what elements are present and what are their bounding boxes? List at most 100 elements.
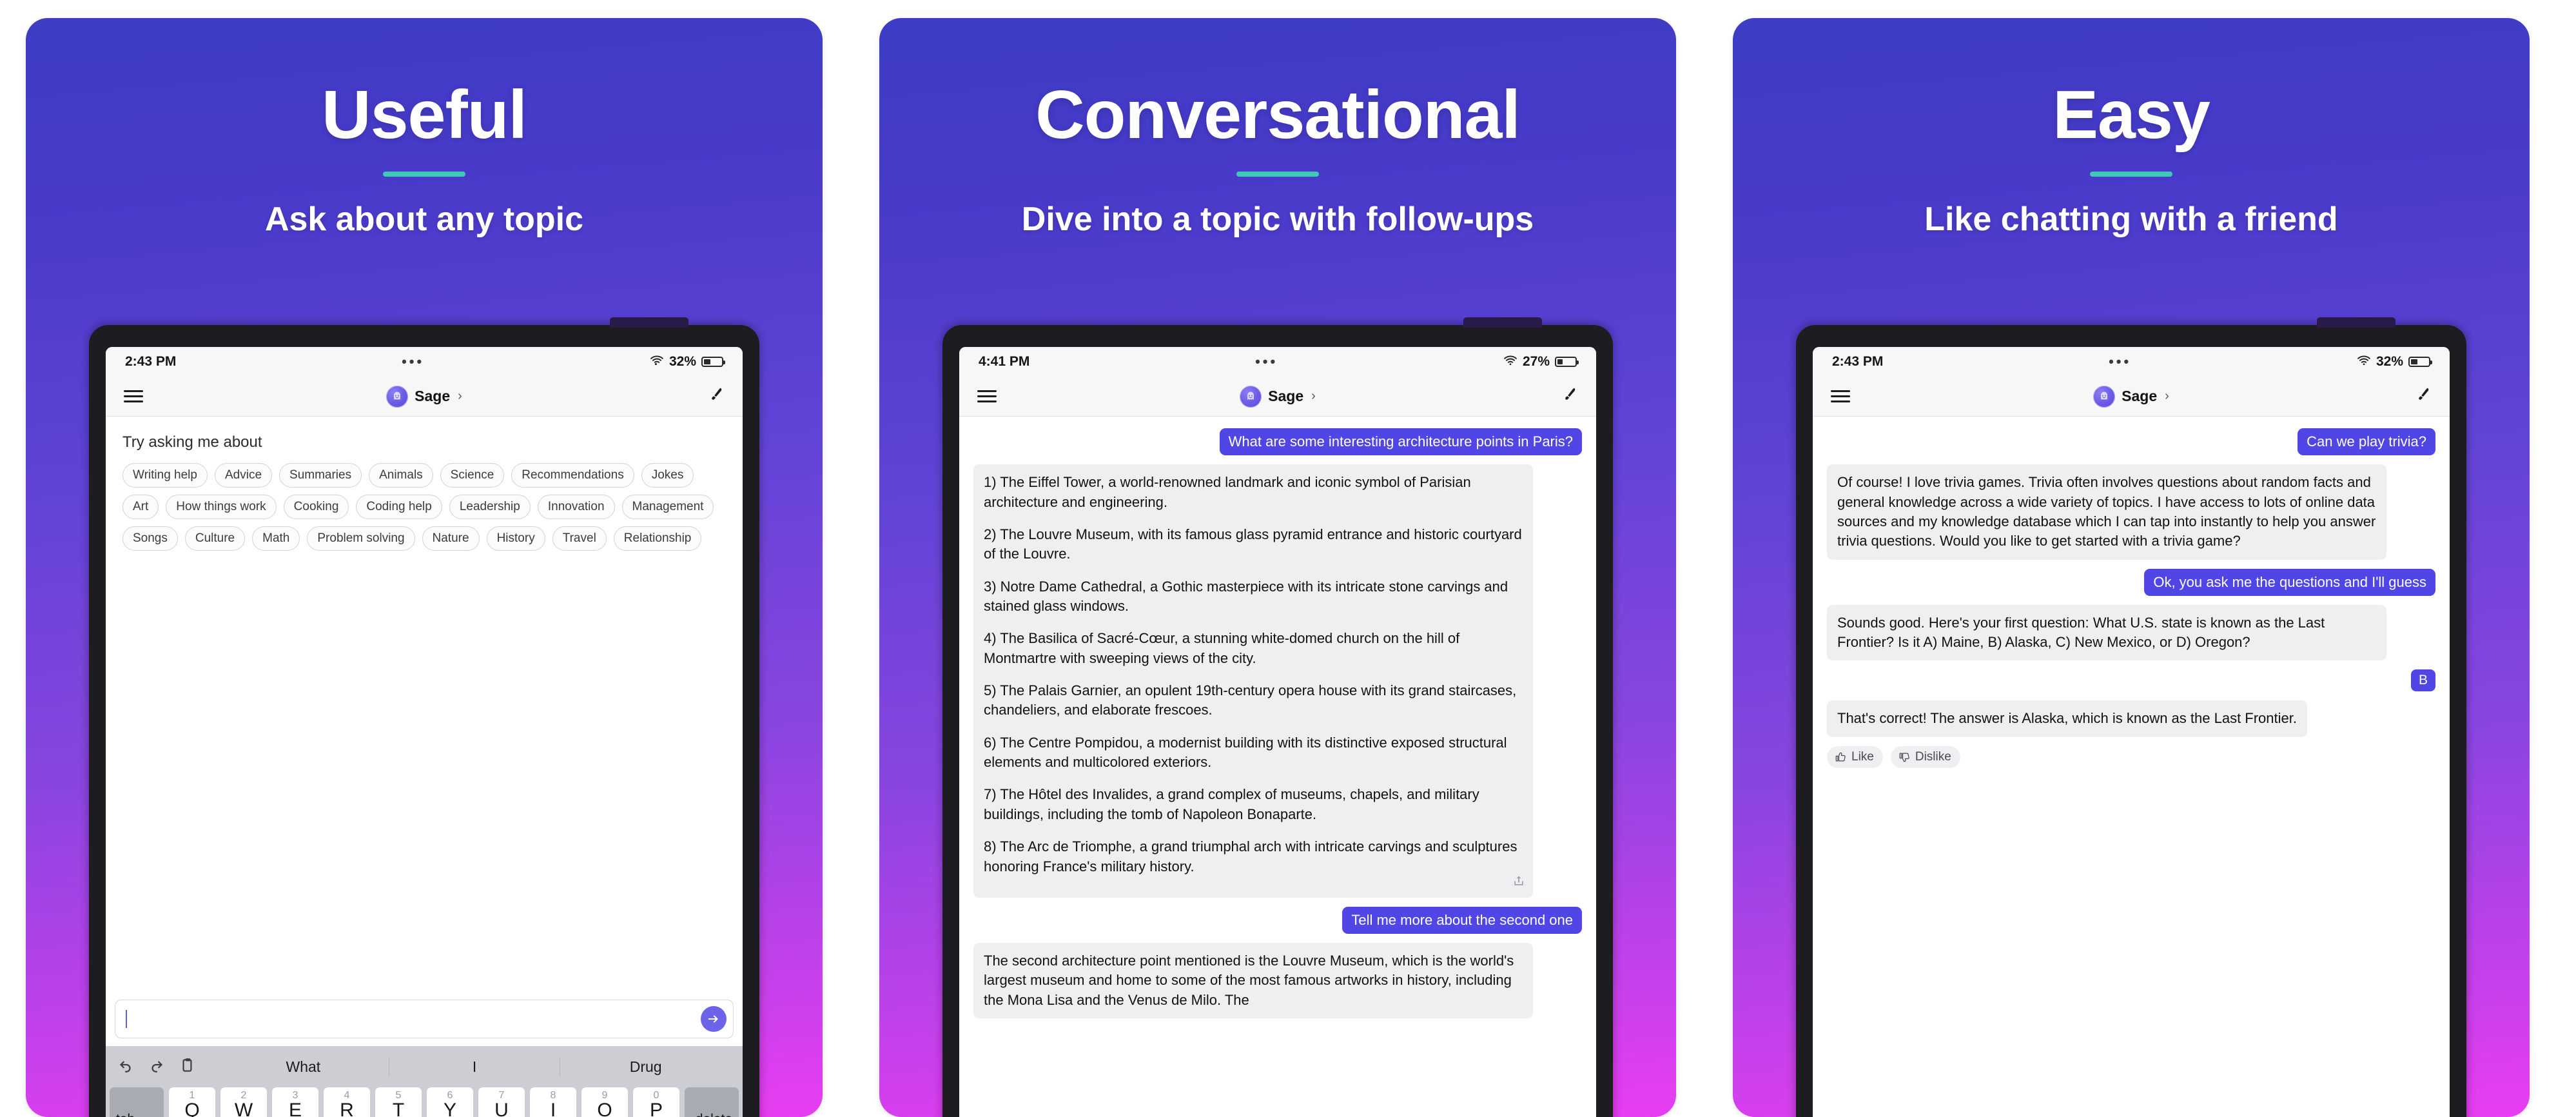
key-q[interactable]: 1Q — [169, 1087, 215, 1117]
suggestion-chip[interactable]: Writing help — [122, 463, 208, 488]
key-delete[interactable]: delete — [685, 1087, 739, 1117]
feedback-controls: Like Dislike — [1827, 746, 1960, 768]
suggestion-chip-row: Writing help Advice Summaries Animals Sc… — [122, 463, 726, 488]
key-p[interactable]: 0P — [633, 1087, 679, 1117]
undo-icon[interactable] — [117, 1057, 134, 1077]
suggestion-chip[interactable]: Culture — [184, 526, 246, 551]
redo-icon[interactable] — [148, 1057, 165, 1077]
bot-message-bubble[interactable]: 1) The Eiffel Tower, a world-renowned la… — [973, 464, 1534, 898]
brush-icon[interactable] — [1561, 386, 1578, 406]
hamburger-icon[interactable] — [977, 390, 997, 402]
user-message-bubble[interactable]: Tell me more about the second one — [1342, 906, 1582, 934]
chevron-right-icon: › — [2165, 389, 2169, 403]
share-icon[interactable] — [1512, 873, 1525, 893]
key-t[interactable]: 5T — [375, 1087, 422, 1117]
suggestion-chip[interactable]: Cooking — [283, 495, 349, 519]
status-bar: 4:41 PM ••• 27% — [959, 347, 1596, 377]
key-w[interactable]: 2W — [220, 1087, 267, 1117]
chat-body: What are some interesting architecture p… — [959, 417, 1596, 1117]
suggestion-chip[interactable]: Jokes — [641, 463, 694, 488]
chat-body: Can we play trivia? Of course! I love tr… — [1813, 417, 2450, 1117]
message-paragraph: That's correct! The answer is Alaska, wh… — [1837, 710, 2297, 727]
battery-percent-label: 32% — [2376, 354, 2403, 369]
device-screen: 2:43 PM ••• 32% — [106, 347, 743, 1117]
bot-message-bubble[interactable]: Of course! I love trivia games. Trivia o… — [1827, 464, 2387, 560]
key-e[interactable]: 3E — [272, 1087, 318, 1117]
wifi-icon — [1503, 354, 1517, 370]
suggestion-chip[interactable]: Management — [621, 495, 714, 519]
power-button[interactable] — [610, 317, 688, 328]
user-message-bubble[interactable]: What are some interesting architecture p… — [1219, 428, 1582, 456]
user-answer-badge[interactable]: B — [2410, 669, 2435, 692]
suggestion-chip[interactable]: Math — [252, 526, 300, 551]
suggestion-chip[interactable]: Relationship — [613, 526, 702, 551]
panel-header: Conversational Dive into a topic with fo… — [879, 18, 1676, 239]
nav-bar: Sage › — [106, 377, 743, 417]
suggestion-chip[interactable]: Innovation — [537, 495, 615, 519]
power-button[interactable] — [1463, 317, 1542, 328]
suggestion-chip[interactable]: Advice — [214, 463, 273, 488]
message-row: Ok, you ask me the questions and I'll gu… — [1827, 568, 2435, 596]
suggestion-chip[interactable]: Coding help — [356, 495, 442, 519]
prediction-item[interactable]: Drug — [560, 1058, 731, 1076]
send-button[interactable] — [701, 1006, 727, 1032]
bot-selector[interactable]: Sage › — [1019, 385, 1537, 408]
status-time: 4:41 PM — [979, 354, 1030, 369]
suggestion-chip-row: Art How things work Cooking Coding help … — [122, 495, 726, 519]
key-number: 3 — [292, 1090, 298, 1101]
message-row: 1) The Eiffel Tower, a world-renowned la… — [973, 464, 1582, 898]
key-r[interactable]: 4R — [324, 1087, 370, 1117]
hamburger-icon[interactable] — [124, 390, 143, 402]
ghost-face-icon — [394, 391, 401, 400]
power-button[interactable] — [2317, 317, 2395, 328]
prediction-item[interactable]: I — [389, 1058, 561, 1076]
key-i[interactable]: 8I — [530, 1087, 576, 1117]
message-list: What are some interesting architecture p… — [959, 417, 1596, 1019]
user-message-bubble[interactable]: Ok, you ask me the questions and I'll gu… — [2144, 568, 2435, 596]
bot-message-bubble[interactable]: That's correct! The answer is Alaska, wh… — [1827, 700, 2307, 737]
bot-selector[interactable]: Sage › — [165, 385, 683, 408]
key-letter: E — [288, 1100, 302, 1117]
wifi-icon — [2357, 354, 2371, 370]
suggestion-chip[interactable]: Problem solving — [307, 526, 415, 551]
message-row: That's correct! The answer is Alaska, wh… — [1827, 700, 2435, 768]
key-u[interactable]: 7U — [478, 1087, 525, 1117]
suggestion-chip[interactable]: History — [486, 526, 545, 551]
dislike-button[interactable]: Dislike — [1890, 746, 1960, 768]
paste-icon[interactable] — [179, 1057, 196, 1077]
page-subtitle: Ask about any topic — [264, 201, 584, 239]
prediction-item[interactable]: What — [218, 1058, 389, 1076]
nav-bar: Sage › — [1813, 377, 2450, 417]
bot-message-bubble[interactable]: The second architecture point mentioned … — [973, 943, 1534, 1019]
suggestion-chip[interactable]: Recommendations — [511, 463, 634, 488]
suggestion-chip[interactable]: Leadership — [449, 495, 531, 519]
title-accent-rule — [2090, 172, 2172, 177]
like-button[interactable]: Like — [1827, 746, 1883, 768]
bot-name: Sage — [415, 388, 451, 404]
suggestion-chip[interactable]: How things work — [166, 495, 277, 519]
suggestion-chip[interactable]: Songs — [122, 526, 178, 551]
thumbs-down-icon — [1899, 753, 1909, 762]
user-message-bubble[interactable]: Can we play trivia? — [2298, 428, 2435, 456]
brush-icon[interactable] — [2415, 386, 2432, 406]
device-screen: 4:41 PM ••• 27% Sage › What are some int… — [959, 347, 1596, 1117]
suggestion-chip[interactable]: Art — [122, 495, 159, 519]
key-y[interactable]: 6Y — [427, 1087, 473, 1117]
suggestion-chip[interactable]: Science — [440, 463, 505, 488]
suggestion-chip[interactable]: Travel — [552, 526, 607, 551]
key-number: 0 — [653, 1090, 659, 1101]
brush-icon[interactable] — [708, 386, 725, 406]
message-input[interactable] — [115, 1000, 734, 1038]
title-accent-rule — [1236, 172, 1319, 177]
key-tab[interactable]: tab — [110, 1087, 164, 1117]
page-title: Conversational — [1035, 77, 1521, 153]
bot-message-bubble[interactable]: Sounds good. Here's your first question:… — [1827, 604, 2387, 661]
suggestion-chip[interactable]: Animals — [369, 463, 433, 488]
suggestion-chip[interactable]: Summaries — [279, 463, 362, 488]
key-o[interactable]: 9O — [581, 1087, 628, 1117]
status-indicators: 32% — [650, 354, 725, 370]
screenshot-stage: Useful Ask about any topic 2:43 PM ••• 3… — [0, 0, 2576, 1117]
suggestion-chip[interactable]: Nature — [422, 526, 480, 551]
bot-selector[interactable]: Sage › — [1872, 385, 2390, 408]
hamburger-icon[interactable] — [1831, 390, 1850, 402]
